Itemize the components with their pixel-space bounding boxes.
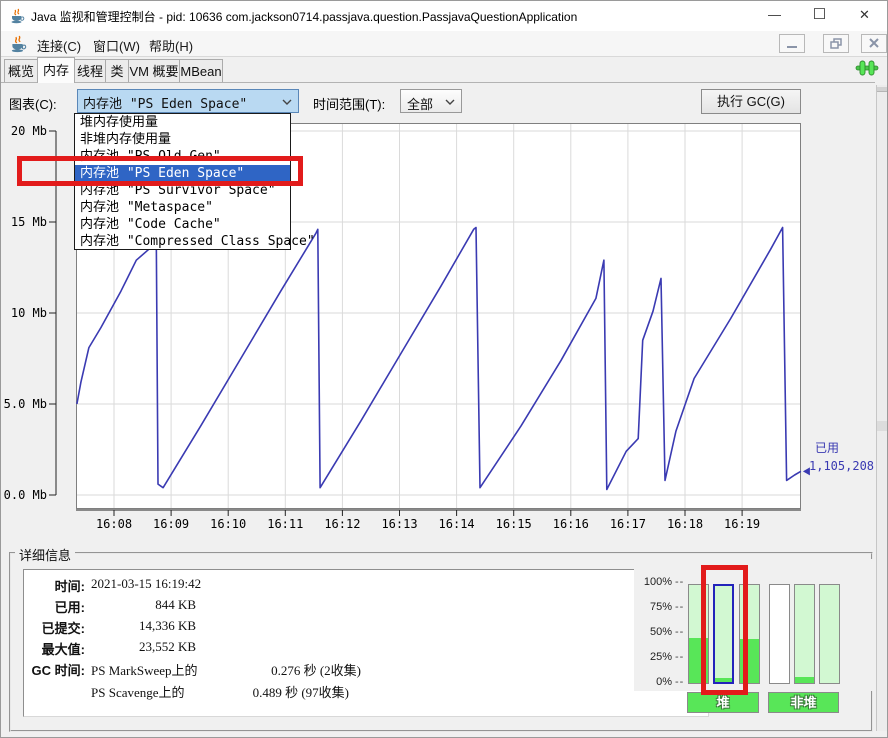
- detail-row-4: GC 时间:PS MarkSweep上的0.276 秒 (2收集): [25, 660, 685, 680]
- percent-tick: --: [675, 676, 684, 688]
- tab-1[interactable]: 内存: [37, 57, 75, 83]
- x-tick-label: 16:10: [210, 517, 246, 531]
- connection-status-icon: [855, 60, 879, 76]
- dropdown-item-5[interactable]: 内存池 "Metaspace": [75, 199, 290, 216]
- y-tick-label: 5.0 Mb: [4, 397, 47, 411]
- pool-bar-used-fill: [689, 638, 708, 683]
- percent-label: 25%: [634, 651, 672, 663]
- percent-tick: --: [675, 601, 684, 613]
- percent-label: 100%: [634, 576, 672, 588]
- x-tick-label: 16:08: [96, 517, 132, 531]
- pool-bar-1-0[interactable]: [769, 584, 790, 684]
- percent-tick: --: [675, 651, 684, 663]
- dropdown-item-7[interactable]: 内存池 "Compressed Class Space": [75, 233, 290, 250]
- scrollbar-thumb[interactable]: [877, 87, 888, 92]
- dropdown-item-4[interactable]: 内存池 "PS Survivor Space": [75, 182, 290, 199]
- detail-value: 23,552 KB: [91, 639, 196, 655]
- x-tick-label: 16:14: [439, 517, 475, 531]
- x-tick-label: 16:13: [381, 517, 417, 531]
- x-tick-label: 16:11: [267, 517, 303, 531]
- scrollbar-mark: [877, 421, 888, 431]
- detail-row-0: 时间: 2021-03-15 16:19:42: [25, 576, 685, 596]
- pool-group-button-0[interactable]: 堆: [687, 692, 759, 713]
- dropdown-item-3[interactable]: 内存池 "PS Eden Space": [75, 165, 290, 182]
- detail-label: 时间:: [25, 576, 85, 595]
- pool-group-button-1[interactable]: 非堆: [768, 692, 839, 713]
- dropdown-item-0[interactable]: 堆内存使用量: [75, 114, 290, 131]
- detail-label: GC 时间:: [25, 660, 85, 679]
- detail-row-3: 最大值: 23,552 KB: [25, 639, 685, 659]
- detail-extra-value: 0.489 秒 (97收集): [91, 682, 349, 701]
- pool-bar-1-1[interactable]: [794, 584, 815, 684]
- y-tick-label: 0.0 Mb: [4, 488, 47, 502]
- detail-extra-value: 0.276 秒 (2收集): [91, 660, 361, 679]
- pool-bar-1-2[interactable]: [819, 584, 840, 684]
- x-tick-label: 16:09: [153, 517, 189, 531]
- details-group-title: 详细信息: [15, 545, 75, 564]
- percent-label: 75%: [634, 601, 672, 613]
- y-tick-label: 10 Mb: [11, 306, 47, 320]
- jconsole-window: Java 监视和管理控制台 - pid: 10636 com.jackson07…: [0, 0, 888, 738]
- pool-bar-0-1[interactable]: [713, 584, 734, 684]
- pool-bar-used-fill: [740, 639, 759, 683]
- x-tick-label: 16:18: [667, 517, 703, 531]
- detail-label: 已提交:: [25, 618, 85, 637]
- dropdown-item-2[interactable]: 内存池 "PS Old Gen": [75, 148, 290, 165]
- x-tick-label: 16:15: [496, 517, 532, 531]
- used-marker-value: 1,105,208: [809, 459, 874, 473]
- detail-row-1: 已用: 844 KB: [25, 597, 685, 617]
- vertical-scrollbar[interactable]: [876, 85, 888, 731]
- used-marker-label: 已用: [815, 441, 839, 455]
- x-tick-label: 16:16: [553, 517, 589, 531]
- y-tick-label: 15 Mb: [11, 215, 47, 229]
- detail-value: 844 KB: [91, 597, 196, 613]
- percent-tick: --: [675, 626, 684, 638]
- detail-value: 14,336 KB: [91, 618, 196, 634]
- percent-tick: --: [675, 576, 684, 588]
- detail-row-5: PS Scavenge上的0.489 秒 (97收集): [25, 682, 685, 702]
- dropdown-item-6[interactable]: 内存池 "Code Cache": [75, 216, 290, 233]
- percent-label: 50%: [634, 626, 672, 638]
- detail-value: 2021-03-15 16:19:42: [91, 576, 201, 592]
- detail-label: 最大值:: [25, 639, 85, 658]
- x-tick-label: 16:17: [610, 517, 646, 531]
- detail-row-2: 已提交: 14,336 KB: [25, 618, 685, 638]
- x-tick-label: 16:12: [324, 517, 360, 531]
- memory-used-line: [77, 228, 801, 490]
- pool-bar-used-fill: [795, 677, 814, 683]
- pool-bar-0-0[interactable]: [688, 584, 709, 684]
- percent-label: 0%: [634, 676, 672, 688]
- dropdown-item-1[interactable]: 非堆内存使用量: [75, 131, 290, 148]
- memory-usage-chart: 20 Mb 15 Mb 10 Mb 5.0 Mb 0.0 Mb 16:08 16:09 16:…: [1, 1, 875, 546]
- pool-bar-used-fill: [715, 678, 732, 682]
- pool-bar-0-2[interactable]: [739, 584, 760, 684]
- chart-type-dropdown-list: 堆内存使用量非堆内存使用量内存池 "PS Old Gen"内存池 "PS Ede…: [74, 113, 291, 250]
- detail-label: 已用:: [25, 597, 85, 616]
- y-tick-label: 20 Mb: [11, 124, 47, 138]
- x-tick-label: 16:19: [724, 517, 760, 531]
